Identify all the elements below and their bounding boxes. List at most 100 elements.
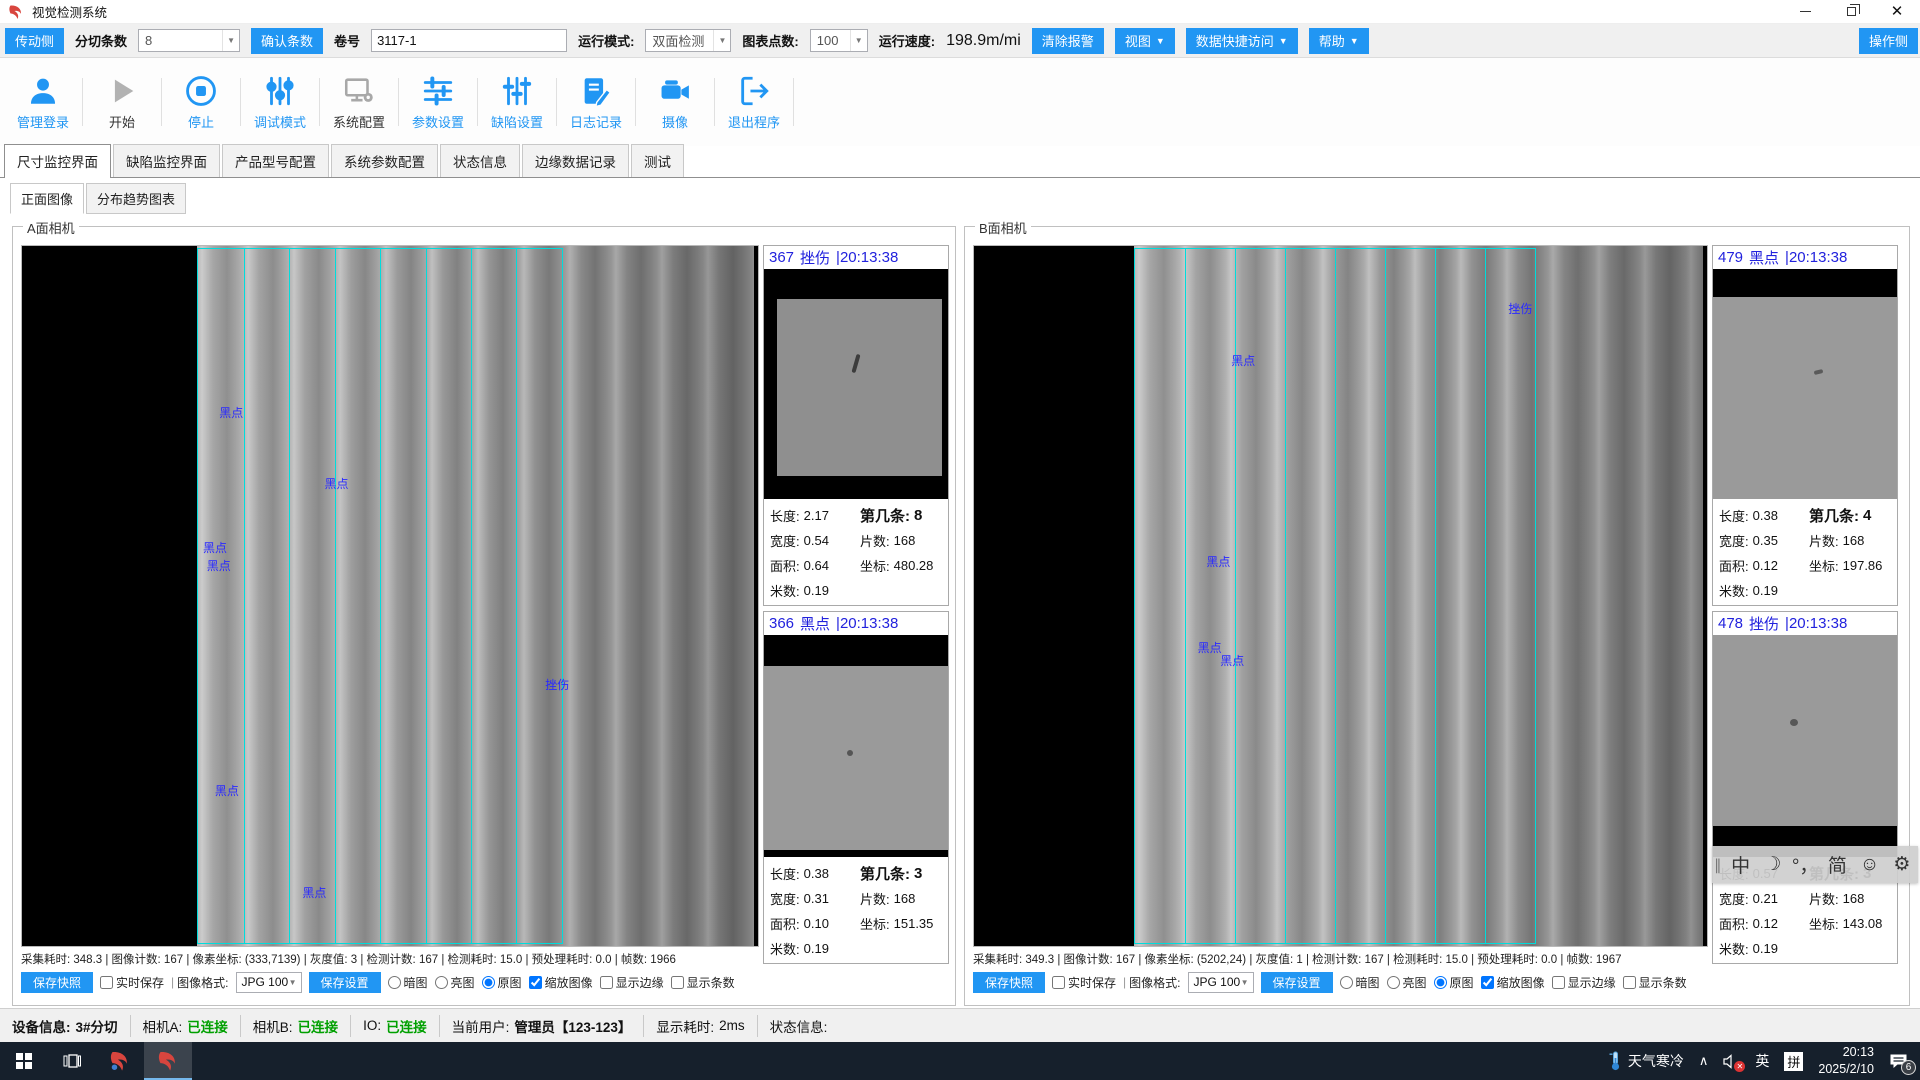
realtime-save-checkbox[interactable]: 实时保存 [100,974,164,991]
language-indicator[interactable]: 英 [1755,1051,1769,1071]
ime-settings-gear-icon[interactable]: ⚙ [1886,853,1918,876]
chart-points-select[interactable]: 100 ▼ [810,29,868,52]
display-time: 显示耗时:2ms [644,1015,757,1037]
stat-strip-no: 第几条:8 [860,504,942,526]
show-strips-checkbox[interactable]: 显示条数 [1623,974,1687,991]
strip-divider-line [471,249,472,943]
defect-settings-label: 缺陷设置 [491,112,543,131]
confirm-strips-button[interactable]: 确认条数 [251,28,323,54]
stat-pieces: 片数:168 [1809,529,1891,551]
strip-divider-line [1485,249,1486,943]
start-button[interactable]: 开始 [83,74,161,131]
system-config-label: 系统配置 [333,112,385,131]
dark-image-radio[interactable]: 暗图 [1340,974,1380,991]
defect-thumbnail [764,635,948,857]
status-info: 状态信息: [758,1015,840,1037]
defect-id: 366 [769,615,794,632]
tray-expand-chevron-icon[interactable]: ∧ [1699,1053,1709,1069]
ime-emoji-icon[interactable]: ☺ [1854,854,1886,876]
tab-product-model-config[interactable]: 产品型号配置 [222,144,329,177]
save-settings-button[interactable]: 保存设置 [309,972,381,993]
run-mode-value: 双面检测 [652,31,704,50]
view-menu-label: 视图 [1125,31,1151,50]
stop-icon [184,74,218,108]
tab-edge-data-record[interactable]: 边缘数据记录 [522,144,629,177]
defect-type: 黑点 [800,613,830,634]
weather-widget[interactable]: 天气寒冷 [1609,1051,1684,1071]
ime-punctuation-button[interactable]: °， [1789,851,1821,878]
bright-image-radio[interactable]: 亮图 [435,974,475,991]
defect-card[interactable]: 366 黑点 |20:13:38 长度:0.38 第几条:3 宽度:0.31 片… [763,611,949,964]
dark-image-radio[interactable]: 暗图 [388,974,428,991]
ime-simplified-button[interactable]: 简 [1821,851,1853,878]
ime-fullwidth-moon-icon[interactable]: ☽ [1757,853,1789,876]
params-settings-button[interactable]: 参数设置 [399,74,477,131]
separator [793,78,794,126]
help-menu-button[interactable]: 帮助 ▼ [1309,28,1369,54]
subtab-trend-chart[interactable]: 分布趋势图表 [86,183,186,214]
defect-id: 478 [1718,615,1743,632]
capture-button[interactable]: 摄像 [636,74,714,131]
show-edge-checkbox[interactable]: 显示边缘 [1552,974,1616,991]
start-button[interactable] [0,1042,48,1080]
log-record-button[interactable]: 日志记录 [557,74,635,131]
defect-marker-label: 黑点 [1220,652,1244,669]
strip-count-select[interactable]: 8 ▼ [138,29,240,52]
save-snapshot-button[interactable]: 保存快照 [973,972,1045,993]
taskbar-app-inspection-tool[interactable] [96,1042,144,1080]
stop-button[interactable]: 停止 [162,74,240,131]
debug-sliders-icon [263,74,297,108]
zoom-image-checkbox[interactable]: 缩放图像 [529,974,593,991]
tab-defect-monitor[interactable]: 缺陷监控界面 [113,144,220,177]
camera-b-controls: 保存快照 实时保存 | 图像格式: JPG 100 ▼ 保存设置 暗图 亮图 [973,969,1905,995]
subtab-front-image[interactable]: 正面图像 [10,183,84,214]
defect-settings-button[interactable]: 缺陷设置 [478,74,556,131]
save-settings-button[interactable]: 保存设置 [1261,972,1333,993]
tab-size-monitor[interactable]: 尺寸监控界面 [4,144,111,178]
action-center-button[interactable]: 6 [1889,1053,1908,1070]
run-mode-select[interactable]: 双面检测 ▼ [645,29,731,52]
start-label: 开始 [109,112,135,131]
system-config-button[interactable]: 系统配置 [320,74,398,131]
debug-mode-button[interactable]: 调试模式 [241,74,319,131]
io-connection: IO:已连接 [351,1015,440,1037]
drive-side-button[interactable]: 传动侧 [5,28,64,54]
defect-marker-label: 挫伤 [545,676,569,693]
zoom-image-checkbox[interactable]: 缩放图像 [1481,974,1545,991]
view-menu-button[interactable]: 视图 ▼ [1115,28,1175,54]
operator-side-button[interactable]: 操作侧 [1859,28,1918,54]
original-image-radio[interactable]: 原图 [482,974,522,991]
exit-program-button[interactable]: 退出程序 [715,74,793,131]
save-snapshot-button[interactable]: 保存快照 [21,972,93,993]
taskbar-clock[interactable]: 20:13 2025/2/10 [1818,1044,1874,1078]
defect-card[interactable]: 479 黑点 |20:13:38 长度:0.38 第几条:4 宽度:0.35 片… [1712,245,1898,606]
image-format-select[interactable]: JPG 100 ▼ [236,972,302,993]
tab-system-params-config[interactable]: 系统参数配置 [331,144,438,177]
task-view-button[interactable] [48,1042,96,1080]
close-button[interactable]: ✕ [1874,0,1920,23]
strip-divider-line [380,249,381,943]
roll-number-input[interactable] [371,29,567,52]
show-strips-checkbox[interactable]: 显示条数 [671,974,735,991]
defect-card[interactable]: 367 挫伤 |20:13:38 长度:2.17 第几条:8 宽度:0.54 片… [763,245,949,606]
tab-test[interactable]: 测试 [631,144,684,177]
minimize-button[interactable] [1782,0,1828,23]
image-format-select[interactable]: JPG 100 ▼ [1188,972,1254,993]
volume-muted-button[interactable]: ✕ [1723,1054,1740,1069]
tab-status-info[interactable]: 状态信息 [440,144,520,177]
ime-grip-handle[interactable]: ∥ [1712,856,1725,874]
data-quick-access-button[interactable]: 数据快捷访问 ▼ [1186,28,1298,54]
restore-icon [1847,7,1856,16]
realtime-save-checkbox[interactable]: 实时保存 [1052,974,1116,991]
ime-mode-button[interactable]: 中 [1725,851,1757,878]
admin-login-button[interactable]: 管理登录 [4,74,82,131]
window-controls: ✕ [1782,0,1920,23]
original-image-radio[interactable]: 原图 [1434,974,1474,991]
show-edge-checkbox[interactable]: 显示边缘 [600,974,664,991]
taskbar-app-vision-system-active[interactable] [144,1042,192,1080]
ime-indicator[interactable]: 拼 [1784,1052,1803,1071]
defect-card[interactable]: 478 挫伤 |20:13:38 长度:0.57 第几条:3 宽度:0.21 片… [1712,611,1898,964]
bright-image-radio[interactable]: 亮图 [1387,974,1427,991]
clear-alarm-button[interactable]: 清除报警 [1032,28,1104,54]
restore-button[interactable] [1828,0,1874,23]
